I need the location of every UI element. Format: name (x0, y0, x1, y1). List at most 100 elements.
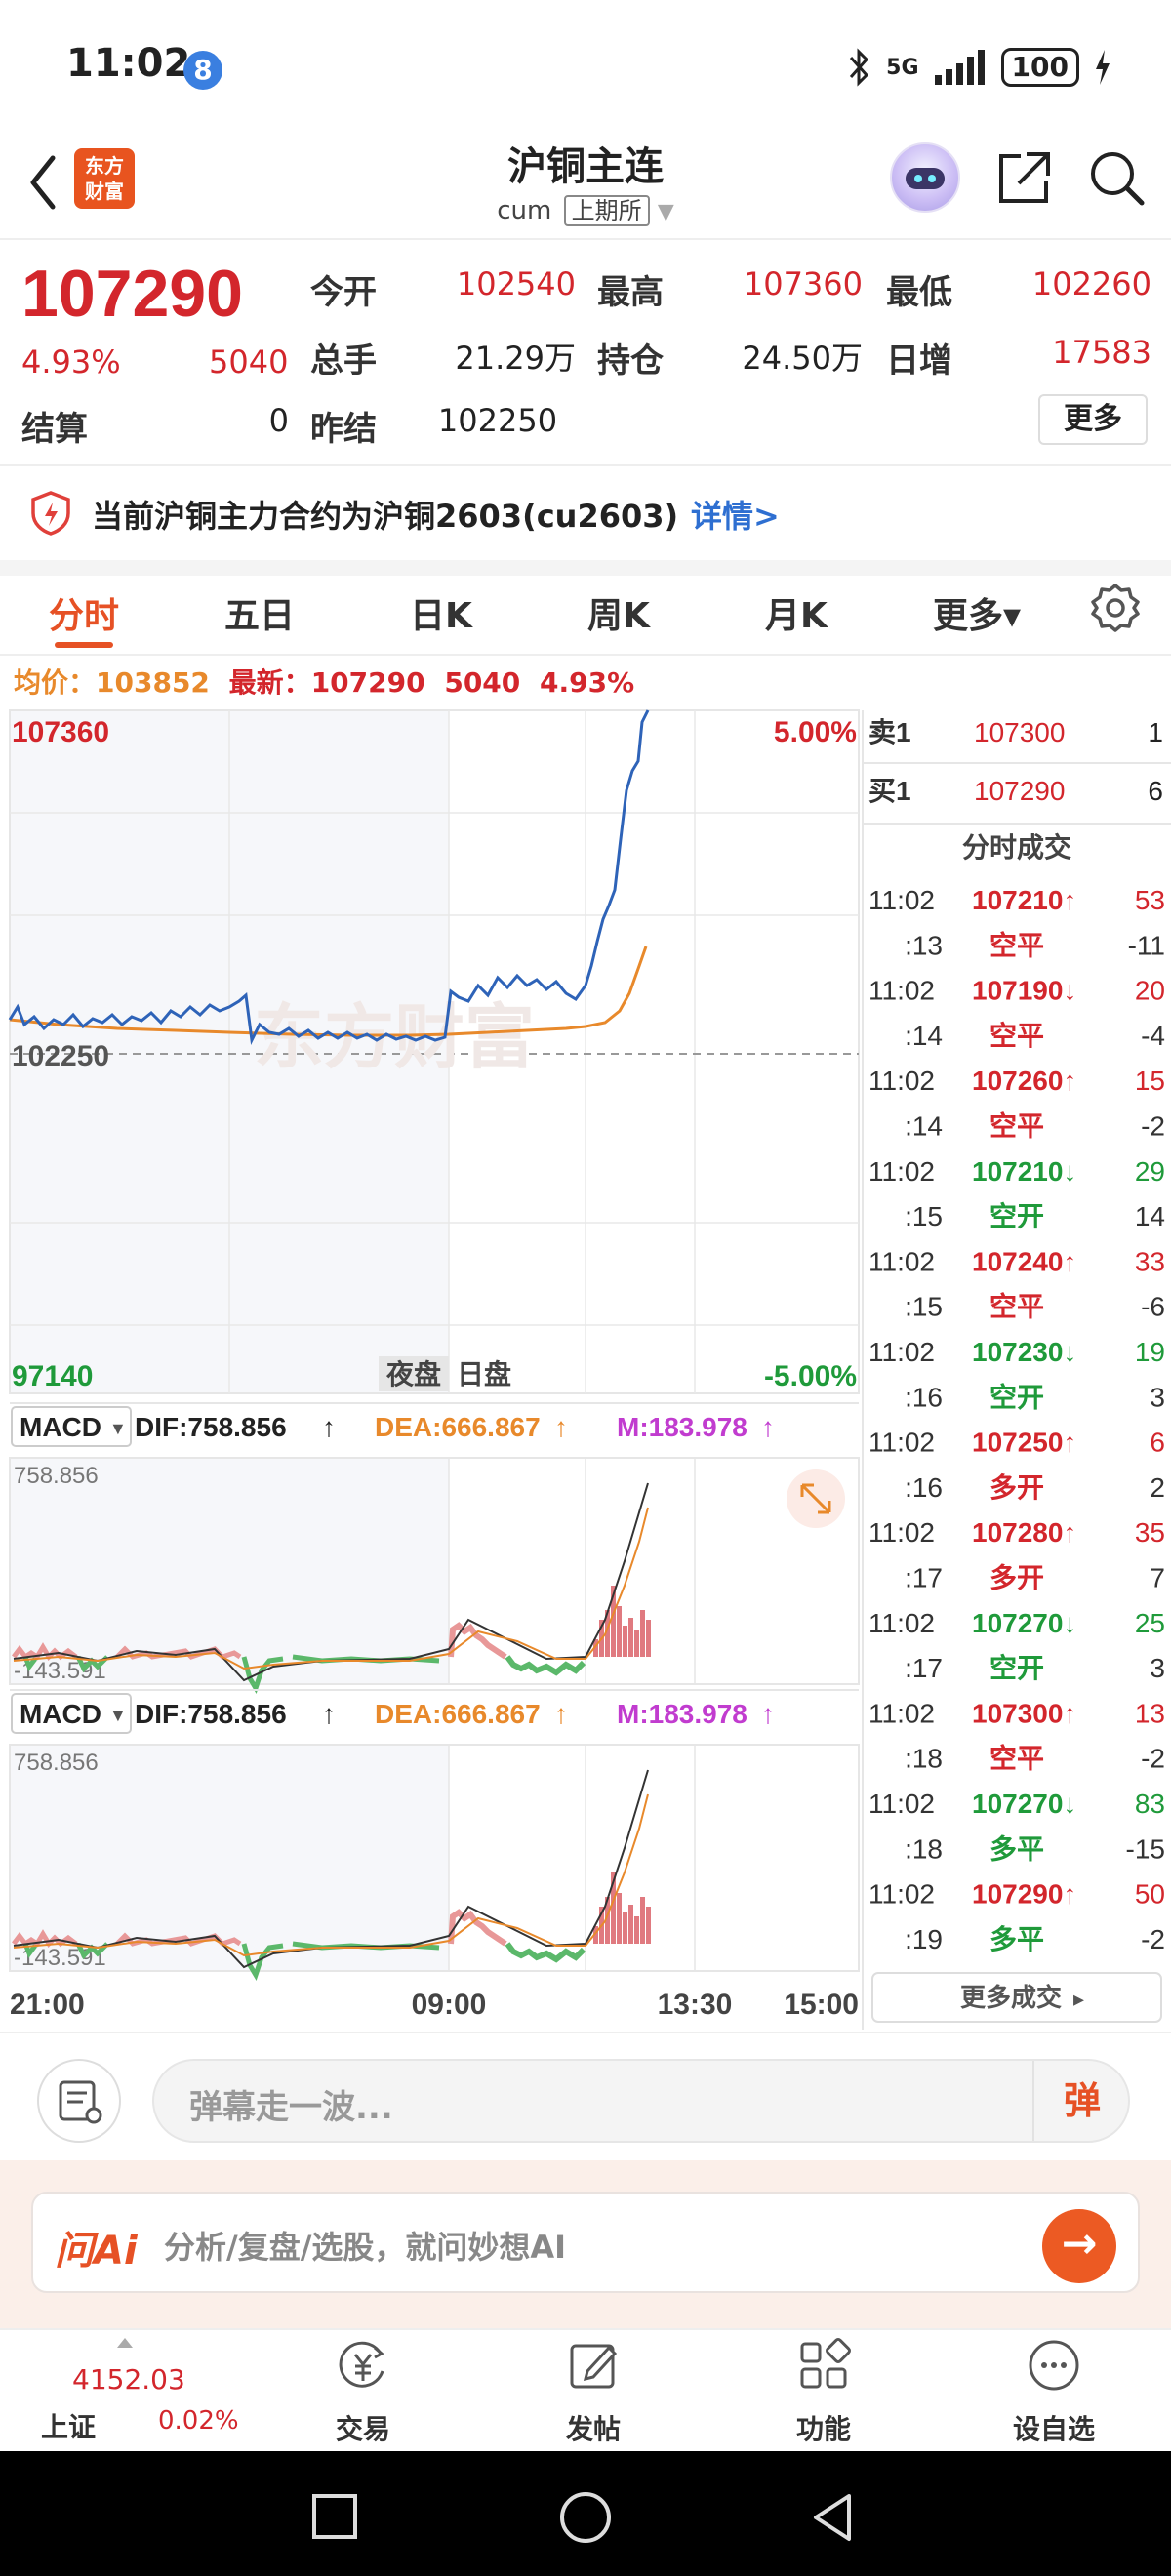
home-icon[interactable] (558, 2490, 613, 2545)
latest-pct: 4.93% (540, 666, 635, 699)
trade-qty: -15 (1126, 1833, 1165, 1864)
trade-price: 107190↓ (972, 976, 1076, 1006)
macd-top-2: 758.856 (14, 1750, 99, 1776)
intraday-chart[interactable]: 东方财富 107360 102250 97140 5.00% -5.00% 夜盘… (0, 703, 1171, 2030)
trade-price: 107240↑ (972, 1246, 1076, 1276)
trade-qty: -11 (1128, 930, 1165, 960)
arrow-up-icon: ↑ (761, 1412, 775, 1442)
trade-time: 11:02 (868, 1608, 935, 1638)
recent-apps-icon[interactable] (310, 2492, 359, 2541)
chevron-down-icon: ▼ (657, 200, 674, 224)
trade-price: 空平 (989, 929, 1044, 960)
yuan-icon (339, 2341, 384, 2388)
trade-time: 11:02 (868, 1156, 935, 1187)
trade-price: 空平 (989, 1743, 1044, 1774)
notice-details-link[interactable]: 详情> (691, 492, 780, 537)
ai-ask-box[interactable]: 问Ai 分析/复盘/选股，就问妙想AI → (31, 2192, 1140, 2293)
trade-price: 多平 (989, 1924, 1044, 1954)
trade-qty: 83 (1135, 1789, 1165, 1819)
trades-title: 分时成交 (962, 831, 1071, 863)
tab-five-day[interactable]: 五日 (224, 587, 295, 638)
night-session-tag: 夜盘 (385, 1358, 441, 1389)
arrow-up-icon: ↑ (322, 1699, 336, 1729)
system-navigation-bar (0, 2451, 1171, 2576)
trade-price: 空开 (989, 1381, 1044, 1412)
nav-functions[interactable]: 功能 (755, 2338, 892, 2447)
gear-icon[interactable] (1089, 582, 1142, 634)
trade-price: 107210↑ (972, 885, 1076, 915)
trade-qty: -6 (1141, 1292, 1165, 1322)
nav-watchlist[interactable]: 设自选 (986, 2338, 1122, 2447)
trade-time: :13 (905, 930, 943, 960)
bluetooth-icon (850, 48, 869, 87)
trade-price: 空平 (989, 1291, 1044, 1322)
oi-change-value: 17583 (1052, 334, 1151, 371)
comment-list-button[interactable] (37, 2059, 121, 2143)
header: 东方 财富 沪铜主连 cum 上期所 ▼ (0, 127, 1171, 239)
tab-monthly-k[interactable]: 月K (765, 587, 828, 638)
assistant-avatar[interactable] (890, 142, 960, 213)
danmu-toggle-button[interactable]: 弹 (1032, 2061, 1130, 2141)
arrow-up-icon: ↑ (322, 1412, 336, 1442)
nav-post[interactable]: 发帖 (525, 2338, 662, 2447)
more-quote-button[interactable]: 更多 (1038, 394, 1148, 445)
danmu-placeholder: 弹幕走一波... (189, 2088, 393, 2127)
danmu-input[interactable]: 弹幕走一波... 弹 (152, 2059, 1130, 2143)
macd-dif-1: DIF:758.856 (135, 1412, 287, 1442)
trade-price: 空平 (989, 1110, 1044, 1142)
chevron-down-icon: ▼ (109, 1706, 127, 1725)
edit-icon (570, 2344, 618, 2389)
trade-qty: 3 (1150, 1653, 1165, 1683)
main-contract-notice: 当前沪铜主力合约为沪铜2603(cu2603) 详情> (0, 466, 1171, 560)
last-price: 107290 (21, 257, 243, 331)
ai-go-button[interactable]: → (1042, 2209, 1116, 2283)
divider (0, 654, 1171, 656)
change-percent: 4.93% (21, 343, 121, 381)
arrow-up-icon: ↑ (554, 1412, 568, 1442)
day-session-tag: 日盘 (457, 1358, 511, 1389)
trade-price: 107300↑ (972, 1698, 1076, 1728)
trade-time: :14 (905, 1021, 943, 1051)
pct-max-label: 5.00% (774, 716, 857, 748)
tab-daily-k[interactable]: 日K (410, 587, 472, 638)
macd-m-2: M:183.978 (617, 1699, 747, 1729)
trade-time: :19 (905, 1924, 943, 1954)
trade-qty: 19 (1135, 1337, 1165, 1367)
trade-price: 多开 (989, 1472, 1044, 1503)
tab-weekly-k[interactable]: 周K (587, 587, 650, 638)
tab-more[interactable]: 更多▾ (933, 587, 1021, 638)
network-label: 5G (886, 55, 919, 80)
robot-icon (906, 168, 945, 189)
back-nav-icon[interactable] (806, 2490, 861, 2545)
arrow-up-icon: ↑ (554, 1699, 568, 1729)
settle-value: 0 (268, 402, 289, 439)
notice-text: 当前沪铜主力合约为沪铜2603(cu2603) (92, 498, 679, 535)
trade-time: 11:02 (868, 1879, 935, 1910)
low-value: 102260 (1031, 265, 1151, 302)
trade-qty: 6 (1150, 1428, 1165, 1458)
share-icon[interactable] (993, 146, 1056, 209)
active-tab-indicator (55, 642, 113, 648)
trade-qty: 13 (1135, 1698, 1165, 1728)
macd-top-1: 758.856 (14, 1463, 99, 1489)
chevron-down-icon: ▼ (109, 1419, 127, 1438)
tab-intraday[interactable]: 分时 (49, 587, 119, 638)
latest-change: 5040 (444, 666, 521, 699)
divider (0, 238, 1171, 240)
index-name[interactable]: 上证 (41, 2406, 96, 2445)
trade-price: 107230↓ (972, 1337, 1076, 1367)
trade-time: :15 (905, 1292, 943, 1322)
trades-list[interactable]: 11:02 107210↑ 53:13 空平 -11 11:02 107190↓ 20:14 空… (868, 885, 1165, 1954)
index-value[interactable]: 4152.03 (72, 2363, 185, 2395)
change-value: 5040 (209, 343, 289, 381)
trade-qty: 25 (1135, 1608, 1165, 1638)
trade-price: 空开 (989, 1200, 1044, 1231)
sell1-qty: 1 (1148, 717, 1163, 747)
chevron-right-icon: ▸ (1073, 1987, 1084, 2011)
sell1-label: 卖1 (868, 717, 911, 747)
macd-dea-2: DEA:666.867 (375, 1699, 541, 1729)
shield-icon (31, 491, 70, 536)
nav-trade[interactable]: 交易 (295, 2338, 431, 2447)
macd-m-1: M:183.978 (617, 1412, 747, 1442)
search-icon[interactable] (1085, 146, 1148, 209)
